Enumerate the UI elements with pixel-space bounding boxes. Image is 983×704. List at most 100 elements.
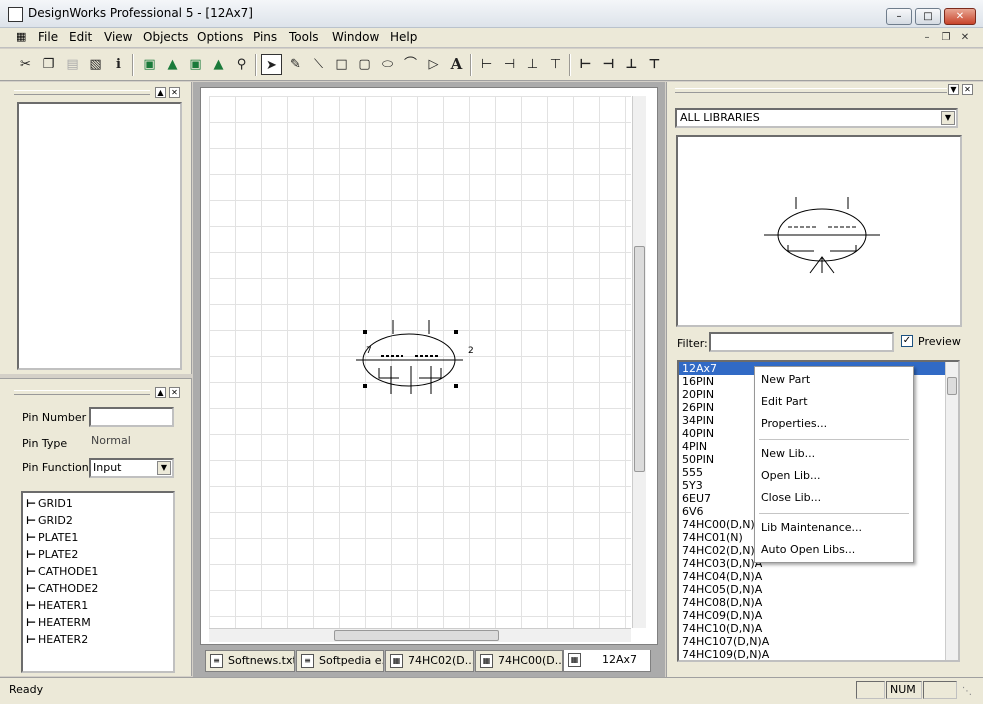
list-item[interactable]: ⊢ HEATER1 (23, 597, 173, 614)
paste-icon[interactable]: ▤ (62, 54, 83, 75)
doc-menu-icon[interactable]: ▦ (16, 30, 26, 43)
list-item[interactable]: ⊢ PLATE2 (23, 546, 173, 563)
mdi-restore-button[interactable]: ❐ (937, 30, 955, 46)
pin-function-select[interactable]: Input ▼ (89, 458, 174, 478)
line-icon[interactable]: ⟍ (308, 54, 329, 75)
list-item[interactable]: ⊢ CATHODE1 (23, 563, 173, 580)
list-item[interactable]: ⊢ GRID2 (23, 512, 173, 529)
preview-checkbox[interactable]: ✓ (901, 335, 913, 347)
panel-close-button[interactable]: ✕ (962, 84, 973, 95)
menu-objects[interactable]: Objects (143, 30, 188, 44)
mdi-minimize-button[interactable]: – (918, 30, 936, 46)
menu-item-open-lib[interactable]: Open Lib... (761, 469, 821, 482)
list-item[interactable]: ⊢ CATHODE2 (23, 580, 173, 597)
image-icon-3[interactable]: ▣ (185, 54, 206, 75)
pin-right-icon[interactable]: ⊣ (499, 54, 520, 75)
menu-view[interactable]: View (104, 30, 132, 44)
doc-tab[interactable]: ≡ Softnews.txt (205, 650, 295, 672)
canvas-horizontal-scrollbar[interactable] (209, 628, 631, 642)
pin-top-icon[interactable]: ⊤ (545, 54, 566, 75)
maximize-button[interactable]: □ (915, 8, 941, 25)
copy-icon[interactable]: ❐ (38, 54, 59, 75)
list-item[interactable]: ⊢ GRID1 (23, 495, 173, 512)
rectangle-icon[interactable]: □ (331, 54, 352, 75)
canvas-vertical-scrollbar[interactable] (632, 96, 646, 628)
text-icon[interactable]: A (446, 54, 467, 75)
scroll-thumb[interactable] (947, 377, 957, 395)
doc-tab[interactable]: ≡Softpedia e... (296, 650, 384, 672)
list-item[interactable]: 74HC107(D,N)A (679, 635, 958, 648)
scroll-thumb[interactable] (634, 246, 645, 472)
menu-file[interactable]: File (38, 30, 58, 44)
menu-help[interactable]: Help (390, 30, 417, 44)
pen-icon[interactable]: ✎ (285, 54, 306, 75)
menu-item-new-part[interactable]: New Part (761, 373, 810, 386)
menu-window[interactable]: Window (332, 30, 379, 44)
bus-right-icon[interactable]: ⊣ (598, 54, 619, 75)
list-item[interactable]: ⊢ HEATERM (23, 614, 173, 631)
doc-tab-active[interactable]: ▦ 12Ax7 (563, 650, 651, 672)
pin-bottom-icon[interactable]: ⊥ (522, 54, 543, 75)
list-item[interactable]: ⊢ PLATE1 (23, 529, 173, 546)
ellipse-icon[interactable]: ⬭ (377, 54, 398, 75)
panel-grip[interactable] (14, 90, 150, 95)
pin-number-input[interactable] (89, 407, 174, 427)
arc-icon[interactable]: ⌒ (400, 54, 421, 75)
list-item[interactable]: 74HC04(D,N)A (679, 570, 958, 583)
list-item[interactable]: 74HC08(D,N)A (679, 596, 958, 609)
panel-grip[interactable] (14, 390, 150, 395)
list-item[interactable]: 74HC05(D,N)A (679, 583, 958, 596)
menu-item-auto-open-libs[interactable]: Auto Open Libs... (761, 543, 855, 556)
list-item[interactable]: ⊢ HEATER2 (23, 631, 173, 648)
list-item[interactable]: 74HC09(D,N)A (679, 609, 958, 622)
menu-item-close-lib[interactable]: Close Lib... (761, 491, 821, 504)
rounded-rect-icon[interactable]: ▢ (354, 54, 375, 75)
menu-item-new-lib[interactable]: New Lib... (761, 447, 815, 460)
menu-item-lib-maintenance[interactable]: Lib Maintenance... (761, 521, 862, 534)
menu-pins[interactable]: Pins (253, 30, 277, 44)
panel-collapse-button[interactable]: ▲ (155, 387, 166, 398)
list-item[interactable]: 74HC109(D,N)A (679, 648, 958, 660)
menu-edit[interactable]: Edit (69, 30, 92, 44)
menu-item-edit-part[interactable]: Edit Part (761, 395, 808, 408)
menu-separator (759, 513, 909, 514)
pin-list[interactable]: ⊢ GRID1 ⊢ GRID2 ⊢ PLATE1 ⊢ PLATE2 ⊢ CATHODE1 … (21, 491, 175, 673)
part-list-scrollbar[interactable] (945, 362, 958, 660)
list-item[interactable]: 74HC10(D,N)A (679, 622, 958, 635)
panel-collapse-button[interactable]: ▲ (155, 87, 166, 98)
resize-grip-icon[interactable]: ⋱ (962, 686, 972, 697)
panel-close-button[interactable]: ✕ (169, 387, 180, 398)
pointer-icon[interactable]: ➤ (261, 54, 282, 75)
image-icon-4[interactable]: ▲ (208, 54, 229, 75)
menu-tools[interactable]: Tools (289, 30, 319, 44)
doc-tab[interactable]: ▦ 74HC00(D... (475, 650, 563, 672)
doc-tab[interactable]: ▦ 74HC02(D... (385, 650, 474, 672)
panel-collapse-button[interactable]: ▼ (948, 84, 959, 95)
image-icon[interactable]: ▣ (139, 54, 160, 75)
info-icon[interactable]: i (108, 54, 129, 75)
cut-icon[interactable]: ✂ (15, 54, 36, 75)
copy-format-icon[interactable]: ▧ (85, 54, 106, 75)
close-button[interactable]: ✕ (944, 8, 976, 25)
schematic-canvas[interactable]: 7 2 (200, 87, 658, 645)
zoom-icon[interactable]: ⚲ (231, 54, 252, 75)
mdi-close-button[interactable]: ✕ (956, 30, 974, 46)
filter-input[interactable] (709, 332, 894, 352)
menu-options[interactable]: Options (197, 30, 243, 44)
chevron-down-icon[interactable]: ▼ (157, 461, 171, 475)
menu-item-properties[interactable]: Properties... (761, 417, 827, 430)
minimize-button[interactable]: – (886, 8, 912, 25)
pin-left-icon[interactable]: ⊢ (476, 54, 497, 75)
panel-grip[interactable] (675, 88, 947, 93)
pin-preview-area (17, 102, 182, 370)
scroll-thumb[interactable] (334, 630, 499, 641)
panel-close-button[interactable]: ✕ (169, 87, 180, 98)
tube-symbol[interactable] (351, 318, 481, 408)
bus-left-icon[interactable]: ⊢ (575, 54, 596, 75)
bus-bottom-icon[interactable]: ⊥ (621, 54, 642, 75)
library-select[interactable]: ALL LIBRARIES ▼ (675, 108, 958, 128)
image-icon-2[interactable]: ▲ (162, 54, 183, 75)
chevron-down-icon[interactable]: ▼ (941, 111, 955, 125)
polygon-icon[interactable]: ▷ (423, 54, 444, 75)
bus-top-icon[interactable]: ⊤ (644, 54, 665, 75)
